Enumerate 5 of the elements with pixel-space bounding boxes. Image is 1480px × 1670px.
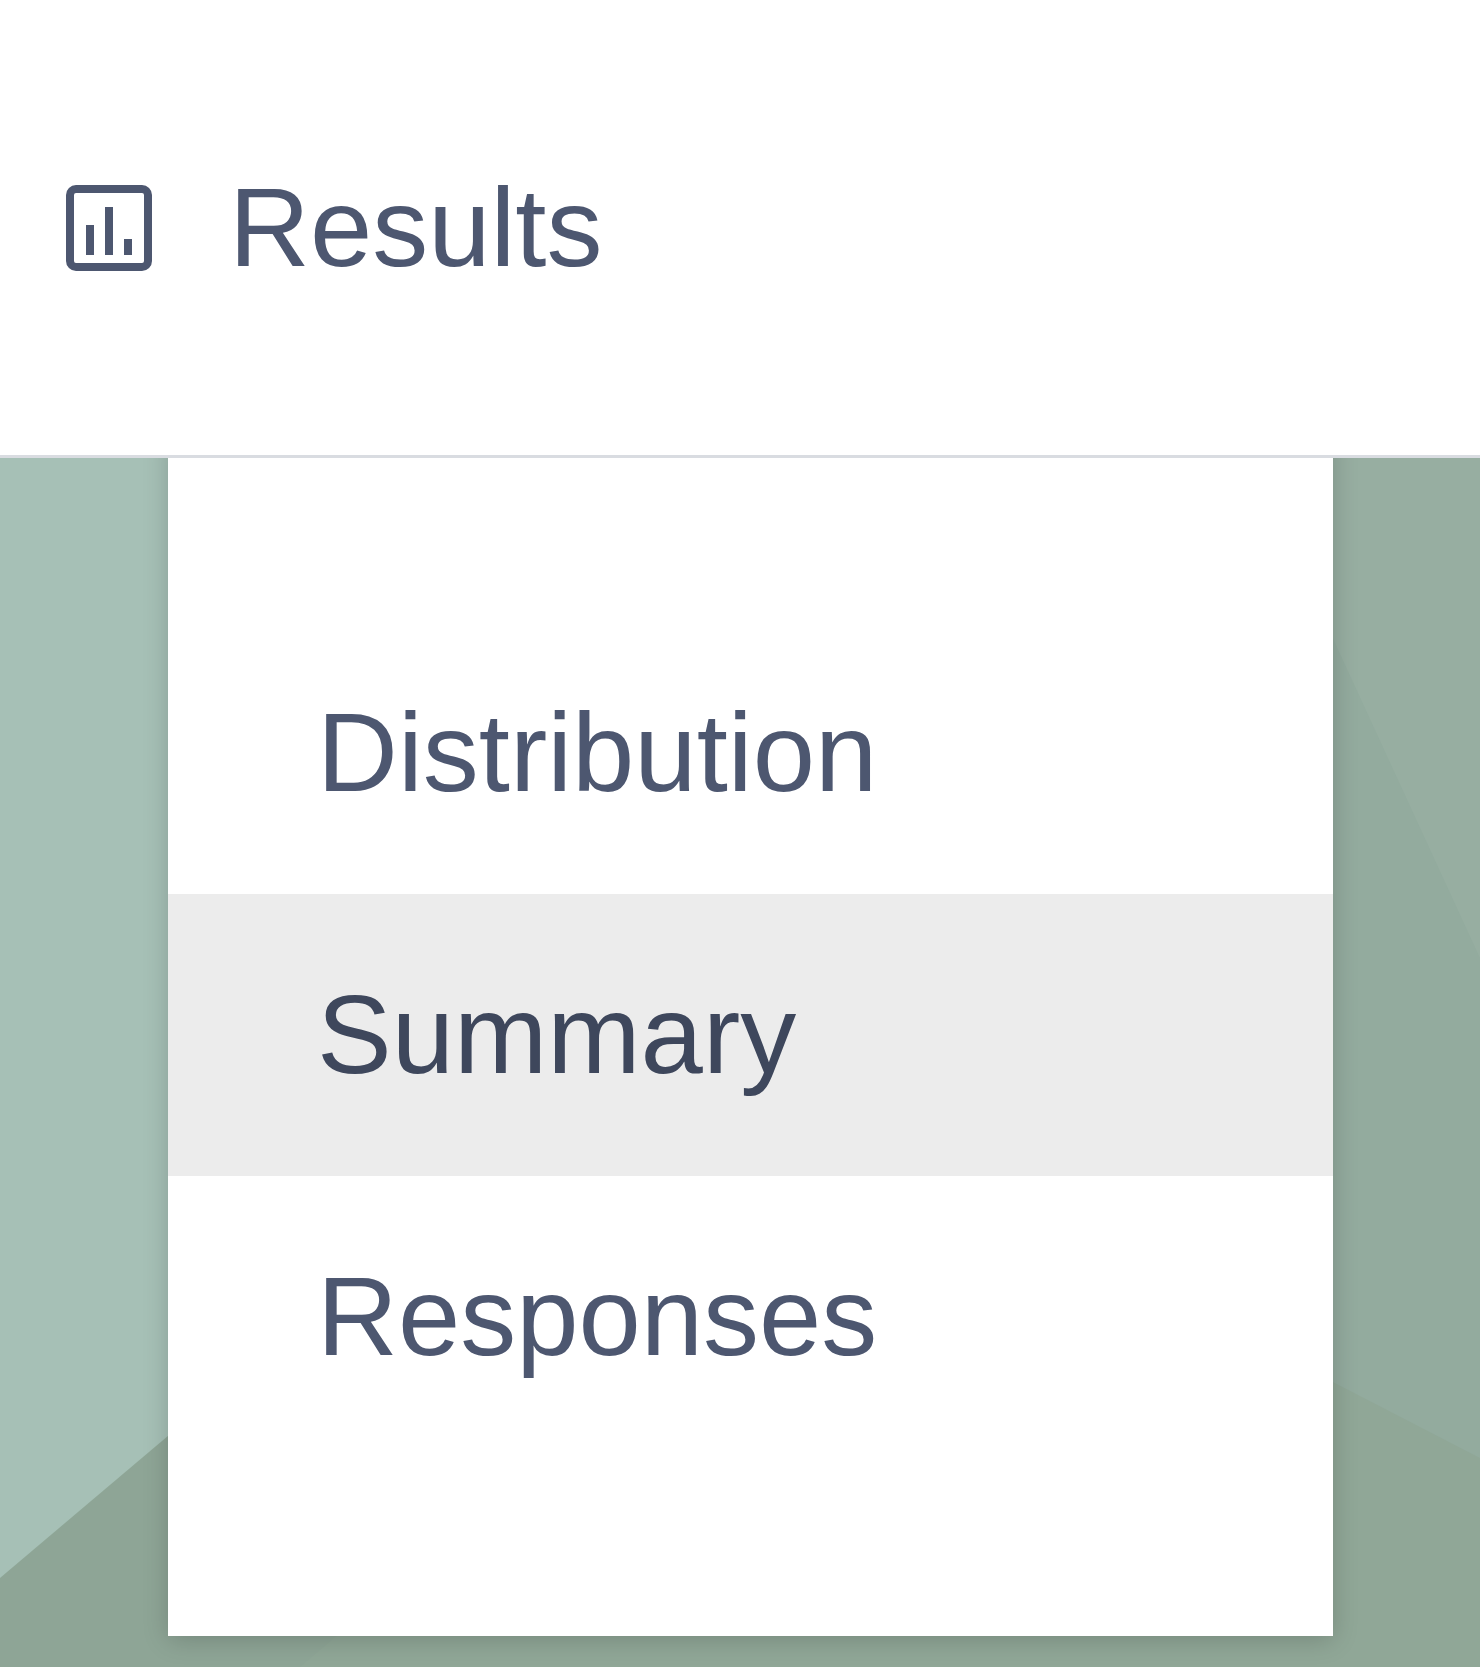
menu-item[interactable]: Distribution: [168, 612, 1333, 894]
results-title[interactable]: Results: [229, 171, 603, 284]
menu-item[interactable]: Responses: [168, 1176, 1333, 1458]
menu-item[interactable]: Summary: [168, 894, 1333, 1176]
bar-chart-icon: [66, 184, 152, 271]
